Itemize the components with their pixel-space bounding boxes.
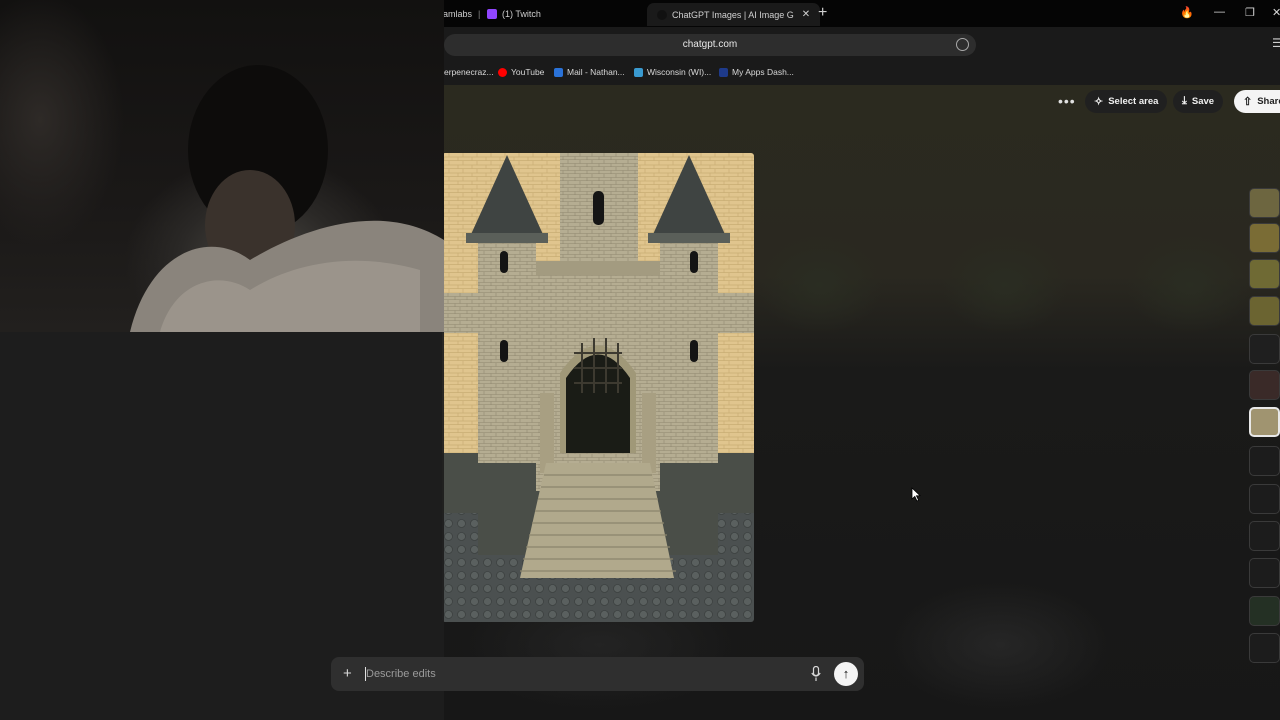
- apps-icon: [719, 67, 728, 77]
- tab-twitch[interactable]: (1) Twitch: [487, 4, 541, 24]
- close-window-button[interactable]: ✕: [1272, 6, 1280, 19]
- thumbnail-9[interactable]: [1249, 484, 1280, 514]
- thumbnail-6[interactable]: [1249, 370, 1280, 400]
- bookmark-my-apps[interactable]: My Apps Dash...: [719, 67, 794, 77]
- select-area-button[interactable]: ✧ Select area: [1085, 90, 1168, 113]
- thumbnail-4[interactable]: [1249, 296, 1280, 326]
- bookmark-label: erpenecraz...: [444, 67, 494, 77]
- thumbnail-3[interactable]: [1249, 259, 1280, 289]
- select-area-label: Select area: [1108, 96, 1159, 107]
- add-attachment-icon[interactable]: +: [343, 665, 352, 682]
- new-tab-button[interactable]: +: [818, 4, 827, 22]
- bookmark-label: My Apps Dash...: [732, 67, 794, 77]
- webcam-person: [130, 65, 444, 332]
- bookmark-label: Wisconsin (WI)...: [647, 67, 712, 77]
- generated-image[interactable]: [442, 153, 754, 622]
- microphone-icon[interactable]: [811, 666, 821, 682]
- thumbnail-selected[interactable]: [1249, 407, 1280, 437]
- thumbnail-1[interactable]: [1249, 188, 1280, 218]
- thumbnail-8[interactable]: [1249, 446, 1280, 476]
- minimize-button[interactable]: —: [1214, 6, 1225, 18]
- save-button[interactable]: ⤓ Save: [1173, 90, 1224, 113]
- bookmark-item[interactable]: erpenecraz...: [444, 67, 494, 77]
- tab-chatgpt-images[interactable]: ChatGPT Images | AI Image G ✕: [647, 3, 821, 26]
- address-bar[interactable]: chatgpt.com: [444, 34, 976, 56]
- bookmark-wisconsin[interactable]: Wisconsin (WI)...: [634, 67, 711, 77]
- app-root: amlabs | (1) Twitch ChatGPT Images | AI …: [0, 0, 1280, 720]
- thumbnail-5[interactable]: [1249, 334, 1280, 364]
- thumbnail-13[interactable]: [1249, 633, 1280, 663]
- browser-menu-icon[interactable]: ☰: [1272, 36, 1280, 50]
- bookmark-label: Mail - Nathan...: [567, 67, 625, 77]
- tab-divider: |: [478, 9, 481, 19]
- address-text: chatgpt.com: [682, 39, 738, 50]
- share-button[interactable]: ⇧ Share: [1234, 90, 1280, 113]
- text-caret: [365, 667, 366, 681]
- page-info-icon[interactable]: [956, 38, 969, 51]
- share-icon: ⇧: [1243, 96, 1253, 108]
- download-icon: ⤓: [1182, 95, 1187, 107]
- tab-streamlabs[interactable]: amlabs: [443, 4, 472, 24]
- mouse-cursor-icon: [911, 487, 921, 502]
- thumbnail-10[interactable]: [1249, 521, 1280, 551]
- youtube-icon: [498, 67, 507, 77]
- send-button[interactable]: ↑: [834, 662, 858, 686]
- tab-label: ChatGPT Images | AI Image G: [672, 9, 794, 20]
- edit-composer: + ↑: [331, 657, 864, 691]
- fire-icon[interactable]: 🔥: [1180, 6, 1194, 19]
- more-options-icon[interactable]: •••: [1058, 93, 1076, 109]
- describe-edits-input[interactable]: [365, 665, 805, 683]
- castle-illustration: [442, 153, 754, 622]
- thumbnail-2[interactable]: [1249, 223, 1280, 253]
- select-area-icon: ✧: [1094, 96, 1104, 108]
- bookmark-mail[interactable]: Mail - Nathan...: [554, 67, 625, 77]
- save-label: Save: [1191, 96, 1215, 107]
- mail-icon: [554, 67, 563, 77]
- twitch-icon: [487, 9, 497, 19]
- tab-label: amlabs: [443, 9, 473, 19]
- tab-label: (1) Twitch: [502, 9, 541, 19]
- close-icon[interactable]: ✕: [802, 9, 810, 20]
- webcam-overlay: [0, 0, 444, 332]
- restore-button[interactable]: ❐: [1245, 6, 1255, 19]
- bookmark-youtube[interactable]: YouTube: [498, 67, 544, 77]
- thumbnail-11[interactable]: [1249, 558, 1280, 588]
- bookmark-label: YouTube: [511, 67, 545, 77]
- thumbnail-12[interactable]: [1249, 596, 1280, 626]
- chatgpt-icon: [657, 9, 667, 20]
- wisconsin-icon: [634, 67, 643, 77]
- share-label: Share: [1257, 96, 1280, 107]
